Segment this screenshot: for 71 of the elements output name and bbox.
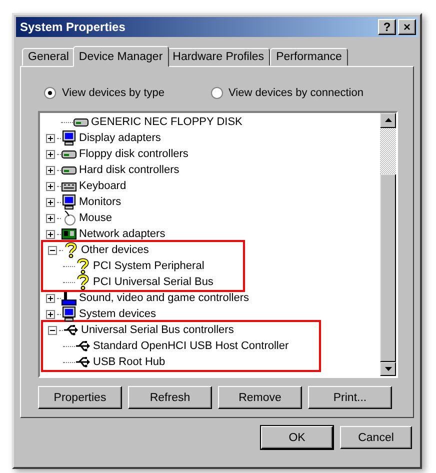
radio-button[interactable] bbox=[210, 87, 223, 99]
tree-item[interactable]: GENERIC NEC FLOPPY DISK bbox=[89, 116, 244, 128]
action-button[interactable]: Print... bbox=[308, 386, 392, 409]
tree-item[interactable]: Display adapters bbox=[77, 132, 163, 144]
tab[interactable]: General bbox=[22, 48, 75, 66]
tree-item[interactable]: Standard OpenHCI USB Host Controller bbox=[91, 340, 291, 352]
collapse-button[interactable] bbox=[48, 326, 57, 334]
help-button[interactable]: ? bbox=[378, 19, 396, 35]
question-mark-icon bbox=[63, 242, 79, 258]
tree-item[interactable]: USB Root Hub bbox=[91, 356, 168, 368]
question-mark-icon bbox=[75, 274, 91, 290]
tree-item[interactable]: Sound, video and game controllers bbox=[77, 292, 251, 304]
minus-icon bbox=[50, 248, 55, 252]
plus-icon bbox=[48, 136, 53, 140]
plus-icon bbox=[48, 184, 53, 188]
scroll-thumb[interactable] bbox=[380, 174, 396, 362]
tree-item[interactable]: Mouse bbox=[77, 212, 114, 224]
expand-button[interactable] bbox=[46, 134, 55, 142]
radio-button[interactable] bbox=[44, 87, 56, 99]
tree-item[interactable]: Floppy disk controllers bbox=[77, 148, 190, 160]
radio-label[interactable]: View devices by type bbox=[62, 87, 165, 99]
tree-item[interactable]: Network adapters bbox=[77, 228, 168, 240]
scroll-up-button[interactable] bbox=[380, 113, 396, 128]
expand-button[interactable] bbox=[46, 214, 55, 222]
up-arrow-icon bbox=[384, 118, 392, 122]
plus-icon bbox=[48, 312, 53, 316]
scroll-down-button[interactable] bbox=[380, 362, 396, 376]
tree-item[interactable]: System devices bbox=[77, 308, 158, 320]
tree-item[interactable]: Monitors bbox=[77, 196, 124, 208]
dialog-button[interactable]: Cancel bbox=[340, 426, 412, 449]
action-button[interactable]: Refresh bbox=[128, 386, 212, 409]
sound-card-icon bbox=[61, 290, 77, 306]
action-button[interactable]: Properties bbox=[38, 386, 122, 409]
action-button[interactable]: Remove bbox=[218, 386, 302, 409]
plus-icon bbox=[48, 216, 53, 220]
plus-icon bbox=[48, 296, 53, 300]
expand-button[interactable] bbox=[46, 166, 55, 174]
radio-label[interactable]: View devices by connection bbox=[228, 87, 364, 99]
tree-item[interactable]: Universal Serial Bus controllers bbox=[79, 324, 236, 336]
tab[interactable]: Performance bbox=[270, 48, 348, 66]
tree-item[interactable]: PCI System Peripheral bbox=[91, 260, 206, 272]
monitor-icon bbox=[61, 306, 77, 322]
plus-icon bbox=[48, 232, 53, 236]
usb-icon bbox=[75, 338, 91, 354]
expand-button[interactable] bbox=[46, 182, 55, 190]
tree-item[interactable]: PCI Universal Serial Bus bbox=[91, 276, 216, 288]
tree-item[interactable]: Other devices bbox=[79, 244, 151, 256]
tree-item[interactable]: Keyboard bbox=[77, 180, 128, 192]
expand-button[interactable] bbox=[46, 310, 55, 318]
expand-button[interactable] bbox=[46, 150, 55, 158]
plus-icon bbox=[48, 168, 53, 172]
down-arrow-icon bbox=[384, 366, 392, 371]
minus-icon bbox=[50, 328, 55, 332]
expand-button[interactable] bbox=[46, 198, 55, 206]
expand-button[interactable] bbox=[46, 230, 55, 238]
window-title: System Properties bbox=[20, 20, 126, 34]
collapse-button[interactable] bbox=[48, 246, 57, 254]
tab[interactable]: Device Manager bbox=[72, 46, 169, 67]
tab[interactable]: Hardware Profiles bbox=[166, 48, 270, 66]
network-card-icon bbox=[61, 226, 77, 242]
close-button[interactable]: × bbox=[398, 19, 416, 35]
monitor-icon bbox=[61, 130, 77, 146]
expand-button[interactable] bbox=[46, 294, 55, 302]
tree-item[interactable]: Hard disk controllers bbox=[77, 164, 182, 176]
dialog-button[interactable]: OK bbox=[261, 426, 333, 449]
question-mark-icon bbox=[75, 258, 91, 274]
usb-icon bbox=[75, 354, 91, 370]
plus-icon bbox=[48, 200, 53, 204]
usb-icon bbox=[63, 322, 79, 338]
plus-icon bbox=[48, 152, 53, 156]
monitor-icon bbox=[61, 194, 77, 210]
